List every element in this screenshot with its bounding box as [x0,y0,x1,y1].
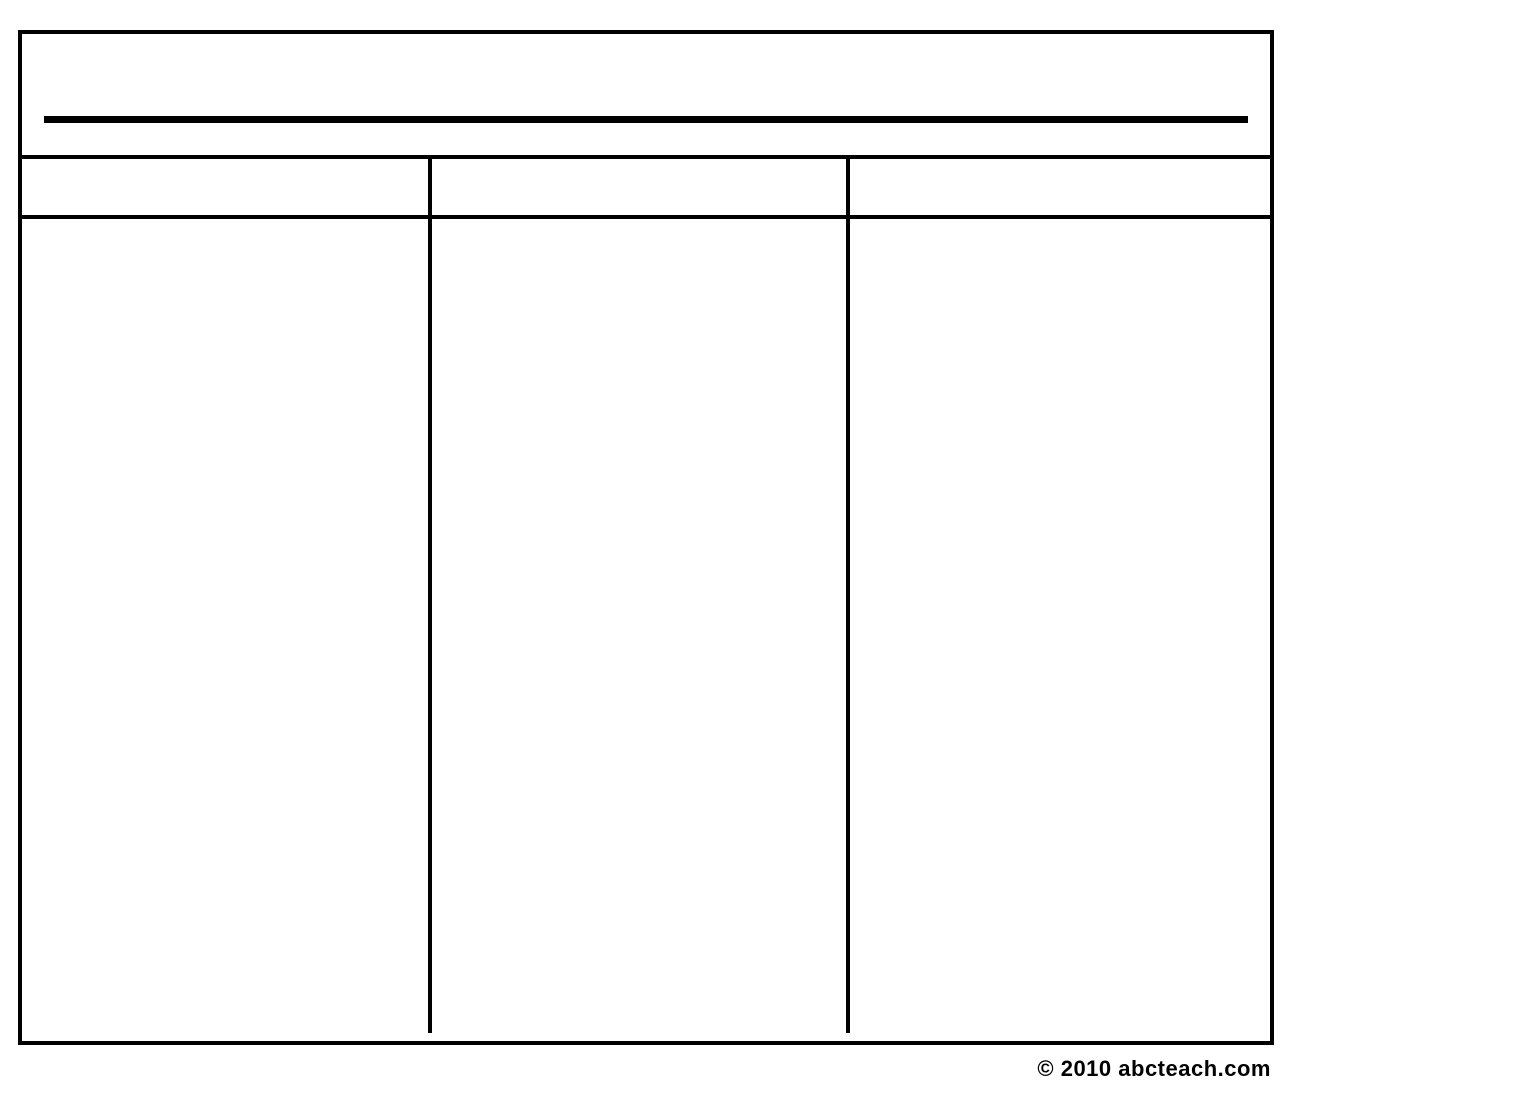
column-header-2 [432,159,850,215]
title-section [22,34,1270,159]
column-body-1 [22,219,432,1033]
column-body-row [22,219,1270,1033]
column-body-2 [432,219,850,1033]
title-underline [44,116,1248,123]
column-header-1 [22,159,432,215]
copyright-text: © 2010 abcteach.com [1037,1056,1271,1082]
column-header-3 [850,159,1270,215]
column-body-3 [850,219,1270,1033]
column-header-row [22,159,1270,219]
worksheet-container [18,30,1274,1045]
